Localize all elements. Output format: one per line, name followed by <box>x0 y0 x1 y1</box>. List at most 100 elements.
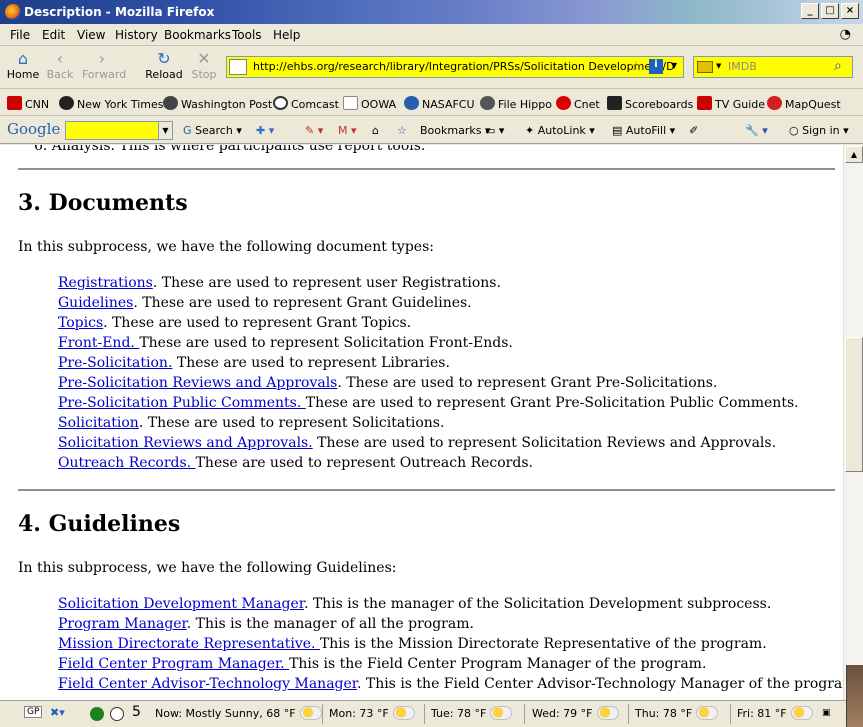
bookmark-label: Cnet <box>574 98 600 111</box>
guideline-link[interactable]: Mission Directorate Representative. <box>58 636 320 652</box>
url-bar[interactable]: http://ehbs.org/research/library/Integra… <box>226 56 684 78</box>
document-link[interactable]: Pre-Solicitation Public Comments. <box>58 395 306 411</box>
firefox-icon <box>5 4 21 20</box>
item-text: This is the Field Center Program Manager… <box>289 656 707 672</box>
document-link[interactable]: Front-End. <box>58 335 139 351</box>
clock-icon <box>110 707 124 721</box>
site-favicon-icon <box>229 59 247 75</box>
wrench-icon[interactable]: 🔧 ▾ <box>745 124 768 137</box>
reload-button[interactable]: ↻ Reload <box>144 50 184 82</box>
home-label: Home <box>6 68 40 81</box>
close-button[interactable]: × <box>841 3 859 19</box>
divider <box>18 489 835 491</box>
section-intro: In this subprocess, we have the followin… <box>18 560 397 576</box>
back-button[interactable]: ‹ Back <box>40 50 80 82</box>
list-item: Front-End. These are used to represent S… <box>58 335 513 351</box>
weather-fri[interactable]: Fri: 81 °F <box>737 706 813 720</box>
autofill-button[interactable]: ▤ AutoFill ▾ <box>612 124 675 137</box>
gmail-icon[interactable]: M ▾ <box>338 124 357 137</box>
document-link[interactable]: Guidelines <box>58 295 133 311</box>
list-item: Mission Directorate Representative. This… <box>58 636 767 652</box>
menu-file[interactable]: File <box>10 28 30 42</box>
bookmark-mapquest[interactable]: MapQuest <box>767 96 841 111</box>
home-building-icon[interactable]: ⌂ <box>372 124 379 137</box>
document-link[interactable]: Pre-Solicitation. <box>58 355 172 371</box>
bookmark-oowa[interactable]: OOWA <box>343 96 396 111</box>
textbox-icon[interactable]: ▭ ▾ <box>485 124 504 137</box>
bookmark-washington-post[interactable]: Washington Post <box>163 96 272 111</box>
weather-now[interactable]: Now: Mostly Sunny, 68 °F <box>155 706 322 720</box>
weather-thu[interactable]: Thu: 78 °F <box>635 706 719 720</box>
google-search-input[interactable]: ▼ <box>65 121 173 140</box>
list-item: Pre-Solicitation Public Comments. These … <box>58 395 799 411</box>
divider <box>424 704 425 724</box>
forward-button[interactable]: › Forward <box>82 50 126 82</box>
menu-help[interactable]: Help <box>273 28 300 42</box>
cross-icon[interactable]: ✚ ▾ <box>256 124 274 137</box>
tag-icon[interactable]: ✎ ▾ <box>305 124 323 137</box>
menu-bar: File Edit View History Bookmarks Tools H… <box>0 24 863 46</box>
wapo-icon <box>163 96 178 110</box>
stop-button[interactable]: ✕ Stop <box>184 50 224 82</box>
guideline-link[interactable]: Solicitation Development Manager <box>58 596 304 612</box>
item-text: . This is the Field Center Advisor-Techn… <box>356 676 843 692</box>
document-link[interactable]: Solicitation Reviews and Approvals. <box>58 435 313 451</box>
list-item: Registrations. These are used to represe… <box>58 275 501 291</box>
extension-icon[interactable]: ✖▾ <box>50 706 65 719</box>
menu-view[interactable]: View <box>77 28 105 42</box>
menu-history[interactable]: History <box>115 28 158 42</box>
nyt-icon <box>59 96 74 110</box>
google-dropdown-icon[interactable]: ▼ <box>158 122 172 139</box>
weather-now-text: Now: Mostly Sunny, 68 °F <box>155 707 296 720</box>
imdb-engine-icon[interactable] <box>697 61 713 73</box>
document-link[interactable]: Registrations <box>58 275 153 291</box>
divider <box>730 704 731 724</box>
document-link[interactable]: Solicitation <box>58 415 139 431</box>
bookmark-comcast[interactable]: Comcast <box>273 96 339 111</box>
document-link[interactable]: Topics <box>58 315 103 331</box>
weather-tue[interactable]: Tue: 78 °F <box>431 706 513 720</box>
engine-dropdown-icon[interactable]: ▼ <box>716 62 721 70</box>
scroll-up-arrow-icon[interactable]: ▲ <box>845 146 863 163</box>
google-search-button[interactable]: G Search ▾ <box>183 124 242 137</box>
guideline-link[interactable]: Program Manager <box>58 616 187 632</box>
gp-icon[interactable]: GP <box>24 706 43 718</box>
url-dropdown-icon[interactable]: ▼ <box>671 61 677 70</box>
vertical-scrollbar[interactable]: ▲ <box>843 145 863 700</box>
home-button[interactable]: ⌂ Home <box>3 50 43 82</box>
bookmark-scoreboards[interactable]: Scoreboards <box>607 96 693 111</box>
bookmark-nasafcu[interactable]: NASAFCU <box>404 96 475 111</box>
bookmark-file-hippo[interactable]: File Hippo <box>480 96 552 111</box>
document-link[interactable]: Outreach Records. <box>58 455 196 471</box>
bookmark-tv-guide[interactable]: TV Guide <box>697 96 765 111</box>
filehippo-icon <box>480 96 495 110</box>
status-number: 5 <box>132 704 141 720</box>
google-bookmarks-button[interactable]: Bookmarks ▾ <box>420 124 491 137</box>
autolink-button[interactable]: ✦ AutoLink ▾ <box>525 124 595 137</box>
menu-tools[interactable]: Tools <box>232 28 262 42</box>
weather-options-icon[interactable]: ▣ <box>822 708 831 718</box>
weather-mon[interactable]: Mon: 73 °F <box>329 706 415 720</box>
pencil-icon[interactable]: ✐ <box>689 124 698 137</box>
maximize-button[interactable]: □ <box>821 3 839 19</box>
weather-wed[interactable]: Wed: 79 °F <box>532 706 619 720</box>
bookmark-cnet[interactable]: Cnet <box>556 96 600 111</box>
bookmarks-star-icon[interactable]: ☆ <box>397 124 407 137</box>
guideline-link[interactable]: Field Center Program Manager. <box>58 656 289 672</box>
list-item: Solicitation. These are used to represen… <box>58 415 444 431</box>
guideline-link[interactable]: Field Center Advisor-Technology Manager <box>58 676 357 692</box>
star-bookmark-icon[interactable]: ☆ <box>630 59 643 75</box>
sign-in-button[interactable]: ○ Sign in ▾ <box>789 124 849 137</box>
scroll-thumb[interactable] <box>845 337 863 472</box>
info-icon[interactable]: i <box>649 59 663 74</box>
document-link[interactable]: Pre-Solicitation Reviews and Approvals <box>58 375 337 391</box>
menu-edit[interactable]: Edit <box>42 28 65 42</box>
google-search-label: Search <box>195 124 233 137</box>
bookmark-cnn[interactable]: CNN <box>7 96 49 111</box>
list-item: Solicitation Reviews and Approvals. Thes… <box>58 435 776 451</box>
menu-bookmarks[interactable]: Bookmarks <box>164 28 231 42</box>
bookmark-nyt[interactable]: New York Times <box>59 96 164 111</box>
bookmark-label: TV Guide <box>715 98 766 111</box>
minimize-button[interactable]: _ <box>801 3 819 19</box>
search-icon[interactable]: ⌕ <box>834 58 842 74</box>
